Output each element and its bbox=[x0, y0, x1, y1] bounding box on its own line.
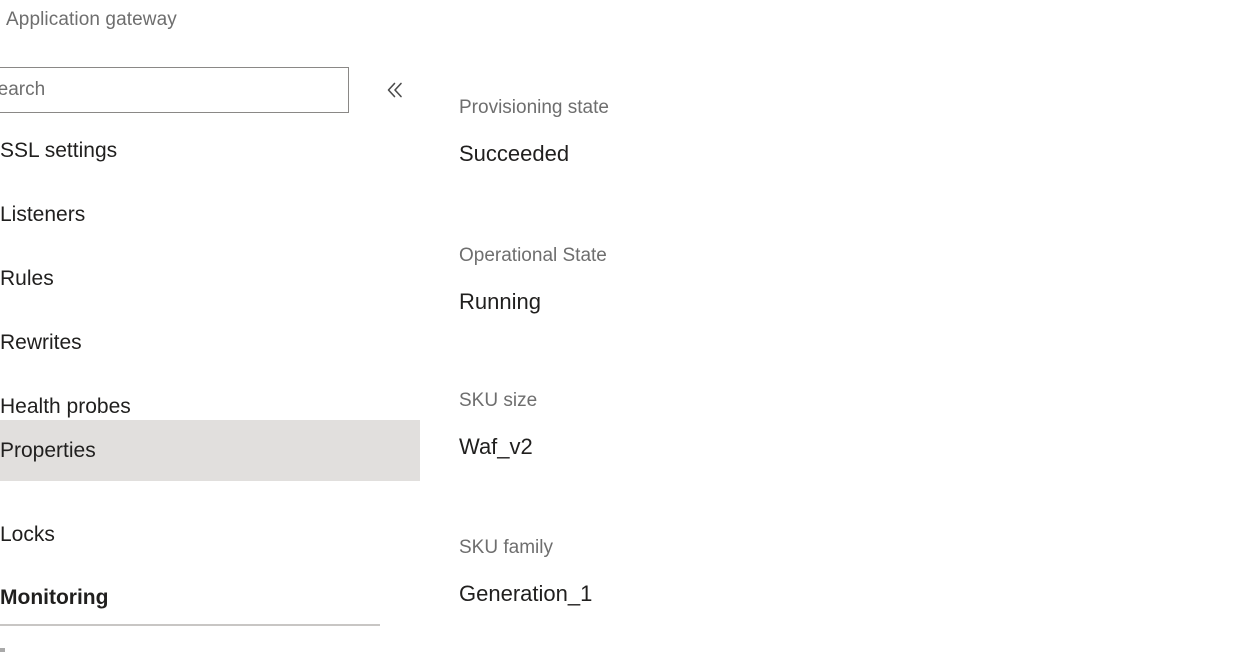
property-value: Succeeded bbox=[459, 141, 570, 166]
search-input[interactable] bbox=[0, 67, 349, 113]
sidebar-item-label: Health probes bbox=[0, 394, 131, 418]
sidebar-item-label: Rewrites bbox=[0, 330, 82, 354]
property-label: SKU family bbox=[459, 537, 553, 558]
sidebar-item-label: Locks bbox=[0, 522, 55, 546]
sidebar-item-partial-icon bbox=[0, 648, 5, 652]
sidebar-item-label: Rules bbox=[0, 266, 54, 290]
sidebar-item-label: Listeners bbox=[0, 202, 86, 226]
sidebar-nav: SSL settings Listeners Rules Rewrites He… bbox=[0, 0, 420, 652]
sidebar-item-listeners[interactable]: Listeners bbox=[0, 184, 420, 245]
property-value: Waf_v2 bbox=[459, 434, 533, 459]
search-row bbox=[0, 67, 349, 113]
collapse-panel-button[interactable] bbox=[372, 67, 418, 113]
property-value: Running bbox=[459, 289, 541, 314]
double-chevron-left-icon bbox=[384, 79, 406, 101]
properties-pane: Provisioning state Succeeded Operational… bbox=[459, 0, 1242, 652]
sidebar-item-rewrites[interactable]: Rewrites bbox=[0, 312, 420, 373]
property-label: Operational State bbox=[459, 245, 607, 266]
property-label: SKU size bbox=[459, 390, 538, 411]
sidebar-item-locks[interactable]: Locks bbox=[0, 504, 420, 565]
sidebar-item-label: SSL settings bbox=[0, 138, 118, 162]
property-operational-state: Operational State Running bbox=[459, 244, 959, 316]
sidebar-item-ssl-settings[interactable]: SSL settings bbox=[0, 120, 420, 181]
sidebar-section-label: Monitoring bbox=[0, 586, 109, 609]
property-sku-family: SKU family Generation_1 bbox=[459, 536, 959, 608]
property-label: Provisioning state bbox=[459, 97, 609, 118]
sidebar-item-rules[interactable]: Rules bbox=[0, 248, 420, 309]
property-value: Generation_1 bbox=[459, 581, 593, 606]
property-sku-size: SKU size Waf_v2 bbox=[459, 389, 959, 461]
sidebar-section-monitoring: Monitoring bbox=[0, 578, 420, 618]
property-provisioning-state: Provisioning state Succeeded bbox=[459, 96, 959, 168]
sidebar-item-properties[interactable]: Properties bbox=[0, 420, 420, 481]
sidebar-item-label: Properties bbox=[0, 438, 96, 462]
sidebar-divider bbox=[0, 624, 380, 626]
